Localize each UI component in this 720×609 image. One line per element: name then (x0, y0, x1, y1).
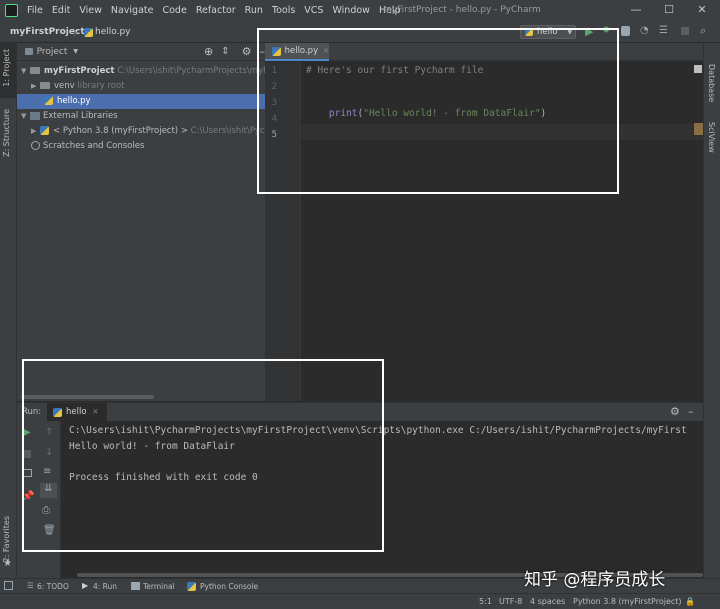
menu-navigate[interactable]: Navigate (111, 5, 154, 16)
status-interpreter[interactable]: Python 3.8 (myFirstProject) (573, 597, 682, 606)
python-console-icon (187, 582, 196, 591)
menu-edit[interactable]: Edit (52, 5, 70, 16)
project-panel-header: Project ▼ ⊕ ⇕ ⚙ – (17, 43, 265, 61)
expanded-arrow-icon: ▼ (21, 112, 27, 120)
gear-icon[interactable]: ⚙ (670, 405, 680, 418)
menu-tools[interactable]: Tools (272, 5, 295, 16)
terminal-icon (131, 582, 140, 590)
python-label: < Python 3.8 (myFirstProject) > (53, 126, 188, 136)
tool-tab-sciview[interactable]: SciView (707, 122, 716, 153)
menu-window[interactable]: Window (332, 5, 369, 16)
build-icon[interactable]: ☰ (659, 25, 668, 36)
profile-icon[interactable]: ◔ (640, 25, 649, 36)
tree-item-scratches[interactable]: Scratches and Consoles (31, 139, 144, 154)
tree-item-python[interactable]: ▶ < Python 3.8 (myFirstProject) > C:\User… (31, 124, 279, 139)
title-bar: File Edit View Navigate Code Refactor Ru… (0, 0, 720, 22)
minimize-button[interactable]: — (628, 3, 644, 17)
breadcrumb-separator: 〉 (73, 29, 83, 39)
scratches-label: Scratches and Consoles (43, 141, 145, 151)
locate-icon[interactable]: ⊕ (204, 45, 213, 58)
layout-icon[interactable] (4, 581, 13, 590)
maximize-button[interactable]: ☐ (661, 3, 677, 17)
star-icon: ★ (3, 558, 12, 569)
gear-icon[interactable]: ⚙ (242, 45, 252, 58)
chevron-down-icon[interactable]: ▼ (73, 48, 78, 55)
file-label: hello.py (57, 96, 91, 106)
search-everywhere-icon[interactable]: ⌕ (700, 24, 706, 38)
folder-icon (40, 82, 50, 89)
left-tool-strip: 1: Project Z: Structure 2: Favorites ★ (0, 43, 17, 578)
venv-label: venv (54, 81, 75, 91)
tree-item-root[interactable]: ▼ myFirstProject C:\Users\ishit\PycharmPr… (17, 64, 286, 79)
right-tool-strip: Database SciView (703, 43, 720, 578)
collapse-icon[interactable]: ⇕ (221, 46, 229, 57)
tool-tab-structure[interactable]: Z: Structure (2, 109, 11, 157)
collapsed-arrow-icon: ▶ (31, 82, 37, 90)
menu-run[interactable]: Run (245, 5, 263, 16)
collapsed-arrow-icon: ▶ (31, 127, 37, 135)
watermark-text: 知乎 @程序员成长 (524, 570, 666, 590)
tree-item-hello[interactable]: hello.py (17, 94, 265, 109)
python-file-icon (44, 96, 53, 105)
close-window-button[interactable]: ✕ (694, 3, 710, 17)
highlight-box-editor (257, 28, 619, 194)
scratches-icon (31, 141, 40, 150)
expanded-arrow-icon: ▼ (21, 67, 27, 75)
lock-icon[interactable]: 🔒 (685, 597, 695, 606)
editor-scroll-marker-2 (694, 123, 703, 135)
menu-vcs[interactable]: VCS (304, 5, 323, 16)
external-label: External Libraries (43, 111, 118, 121)
tool-button-todo[interactable]: 6: TODO (37, 582, 69, 591)
menu-view[interactable]: View (79, 5, 102, 16)
stop-icon[interactable] (681, 27, 689, 35)
pycharm-logo-icon (5, 4, 18, 17)
editor-scroll-marker (694, 65, 702, 73)
tool-button-terminal[interactable]: Terminal (143, 582, 175, 591)
tool-tab-favorites[interactable]: 2: Favorites (2, 516, 11, 562)
hide-icon[interactable]: – (688, 405, 694, 418)
status-indent[interactable]: 4 spaces (530, 597, 565, 606)
menu-code[interactable]: Code (162, 5, 186, 16)
venv-note: library root (77, 81, 125, 91)
tree-item-venv[interactable]: ▶ venv library root (31, 79, 124, 94)
project-view-icon (25, 48, 33, 55)
status-position[interactable]: 5:1 (479, 597, 492, 606)
tree-item-external[interactable]: ▼ External Libraries (21, 109, 118, 124)
status-bar: 5:1 UTF-8 4 spaces Python 3.8 (myFirstPr… (0, 593, 720, 609)
run-icon: ▶ (82, 581, 89, 590)
library-icon (30, 111, 40, 120)
todo-icon: ☰ (27, 581, 34, 590)
status-encoding[interactable]: UTF-8 (499, 597, 522, 606)
root-label: myFirstProject (44, 66, 115, 76)
coverage-icon[interactable] (621, 26, 630, 36)
watermark: 知乎 @程序员成长 (524, 565, 665, 590)
python-file-icon (84, 28, 93, 37)
folder-icon (30, 67, 40, 74)
project-view-label[interactable]: Project (37, 47, 68, 57)
breadcrumb-file[interactable]: hello.py (95, 27, 131, 37)
highlight-box-console (22, 359, 384, 552)
window-title: myFirstProject - hello.py - PyCharm (383, 5, 541, 15)
tool-tab-database[interactable]: Database (707, 64, 716, 102)
tool-button-python-console[interactable]: Python Console (200, 582, 258, 591)
menu-bar: File Edit View Navigate Code Refactor Ru… (27, 5, 410, 16)
tool-tab-project[interactable]: 1: Project (2, 49, 11, 87)
python-sdk-icon (40, 126, 49, 135)
project-panel: Project ▼ ⊕ ⇕ ⚙ – ▼ myFirstProject C:\Use… (17, 43, 286, 401)
menu-refactor[interactable]: Refactor (196, 5, 236, 16)
menu-file[interactable]: File (27, 5, 43, 16)
tool-button-run[interactable]: 4: Run (93, 582, 117, 591)
